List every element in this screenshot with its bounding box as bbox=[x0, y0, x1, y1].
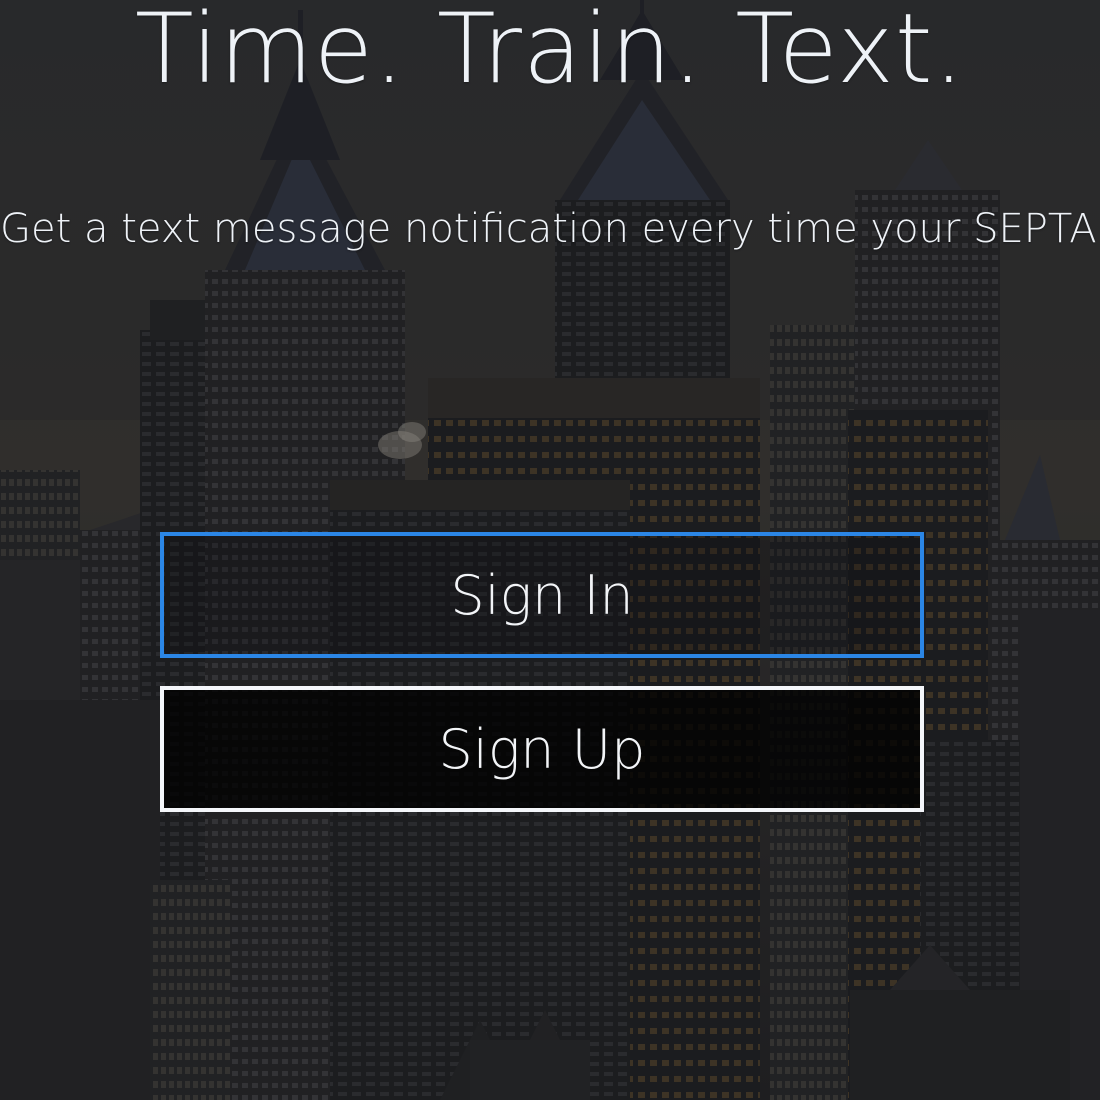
sign-up-label: Sign Up bbox=[438, 717, 646, 781]
sign-in-button[interactable]: Sign In bbox=[160, 532, 924, 658]
page-title: Time. Train. Text. bbox=[134, 0, 965, 105]
sign-in-label: Sign In bbox=[450, 563, 634, 627]
page-subtitle: Get a text message notification every ti… bbox=[0, 206, 1100, 252]
sign-up-button[interactable]: Sign Up bbox=[160, 686, 924, 812]
landing-page: Time. Train. Text. Get a text message no… bbox=[0, 0, 1100, 1100]
